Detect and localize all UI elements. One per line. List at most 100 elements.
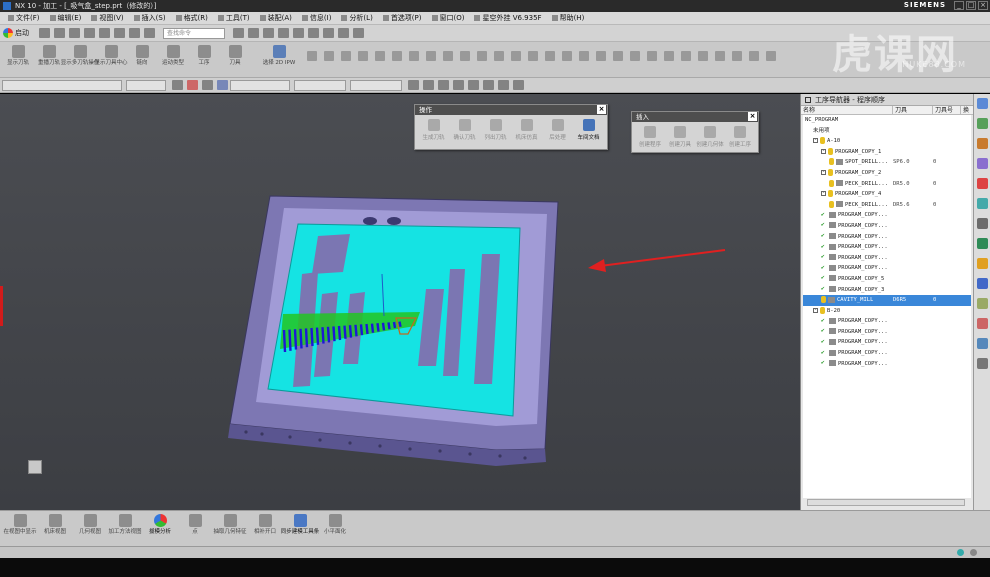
process-studio-icon[interactable] xyxy=(976,238,988,249)
scope-dropdown[interactable] xyxy=(126,79,166,91)
minimize-button[interactable]: _ xyxy=(954,1,964,10)
constraint-nav-icon[interactable] xyxy=(976,118,988,129)
select-2d-ipw-button[interactable]: 选择 2D IPW xyxy=(262,45,296,75)
menu-item-6[interactable]: 装配(A) xyxy=(255,13,297,23)
toolbar-icon-24[interactable] xyxy=(715,51,725,61)
insertbtns-btn-3[interactable]: 创建工序 xyxy=(725,126,755,148)
toolbar-icon-16[interactable] xyxy=(579,51,589,61)
orientation-dropdown[interactable] xyxy=(294,79,346,91)
operation-panel-close-icon[interactable]: × xyxy=(597,105,606,114)
filter-icon[interactable] xyxy=(187,80,198,90)
palette-icon[interactable] xyxy=(976,318,988,329)
navigator-scrollbar[interactable] xyxy=(807,499,965,506)
motion-type-button[interactable]: 运动类型 xyxy=(159,45,187,75)
render-style-dropdown[interactable] xyxy=(230,79,290,91)
navigator-row[interactable]: ✔ PROGRAM_COPY_3 xyxy=(803,285,971,296)
hd3d-icon[interactable] xyxy=(976,178,988,189)
navigator-row[interactable]: CAVITY_MILL D6R5 0 xyxy=(803,295,971,306)
reportbtns-btn-5[interactable]: 车间文档 xyxy=(573,119,604,141)
menu-item-3[interactable]: 插入(S) xyxy=(129,13,171,23)
cube-view-icon[interactable] xyxy=(308,28,319,38)
toolbar-icon-23[interactable] xyxy=(698,51,708,61)
navigator-pin-icon[interactable] xyxy=(805,96,811,103)
toolbar-icon-25[interactable] xyxy=(732,51,742,61)
toolbar-icon-7[interactable] xyxy=(426,51,436,61)
navigator-row[interactable]: - A-10 xyxy=(803,136,971,147)
toolbar-icon-11[interactable] xyxy=(494,51,504,61)
menu-item-11[interactable]: 星空外挂 V6.935F xyxy=(469,13,546,23)
copy-icon[interactable] xyxy=(84,28,95,38)
toolbar-icon-13[interactable] xyxy=(528,51,538,61)
snap-end-icon[interactable] xyxy=(408,80,419,90)
navigator-row[interactable]: ✔ PROGRAM_COPY... xyxy=(803,232,971,243)
navigator-row[interactable]: ✔ PROGRAM_COPY... xyxy=(803,221,971,232)
insert-panel-close-icon[interactable]: × xyxy=(748,112,757,121)
launch-button[interactable]: 启动 xyxy=(3,28,29,38)
toolbar-icon-15[interactable] xyxy=(562,51,572,61)
graphics-window[interactable] xyxy=(0,94,800,510)
toolbar-icon-6[interactable] xyxy=(409,51,419,61)
snap-center-icon[interactable] xyxy=(438,80,449,90)
select-all-icon[interactable] xyxy=(202,80,213,90)
paste-icon[interactable] xyxy=(99,28,110,38)
display-tool-center-button[interactable]: 显示刀具中心 xyxy=(95,45,128,75)
layer-dropdown[interactable] xyxy=(350,79,402,91)
display-toolpath-button[interactable]: 显示刀轨 xyxy=(4,45,32,75)
menu-item-8[interactable]: 分析(L) xyxy=(336,13,377,23)
snap-arc-icon[interactable] xyxy=(498,80,509,90)
new-icon[interactable] xyxy=(39,28,50,38)
navigator-row[interactable]: - B-20 xyxy=(803,306,971,317)
operation-button[interactable]: 工序 xyxy=(190,45,218,75)
col-change[interactable]: 换 xyxy=(961,106,971,114)
bottom-btn-0[interactable]: 在视图中显示 xyxy=(4,514,37,544)
navigator-row[interactable]: ✔ PROGRAM_COPY... xyxy=(803,348,971,359)
bottom-btn-4[interactable]: 拔模分析 xyxy=(144,514,176,544)
toolbar-icon-2[interactable] xyxy=(341,51,351,61)
col-tool[interactable]: 刀具 xyxy=(893,106,933,114)
edge-icon[interactable] xyxy=(323,28,334,38)
expand-toggle-icon[interactable]: - xyxy=(821,169,826,175)
measure-icon[interactable] xyxy=(353,28,364,38)
navigator-row[interactable]: - PROGRAM_COPY_4 xyxy=(803,189,971,200)
close-button[interactable]: × xyxy=(978,1,988,10)
machine-nav-icon[interactable] xyxy=(976,298,988,309)
history-icon[interactable] xyxy=(976,218,988,229)
toolbar-icon-0[interactable] xyxy=(307,51,317,61)
menu-item-1[interactable]: 编辑(E) xyxy=(45,13,87,23)
bottom-btn-7[interactable]: 相补开口 xyxy=(249,514,281,544)
col-tool-num[interactable]: 刀具号 xyxy=(933,106,961,114)
navigator-row[interactable]: PECK_DRILL... DR5.6 0 xyxy=(803,200,971,211)
toolbar-icon-17[interactable] xyxy=(596,51,606,61)
expand-toggle-icon[interactable]: - xyxy=(813,138,818,144)
part-nav-icon[interactable] xyxy=(976,138,988,149)
menu-item-7[interactable]: 信息(I) xyxy=(297,13,337,23)
menu-item-0[interactable]: 文件(F) xyxy=(3,13,45,23)
bottom-btn-5[interactable]: 点 xyxy=(179,514,211,544)
snap-mid-icon[interactable] xyxy=(423,80,434,90)
navigator-row[interactable]: NC_PROGRAM xyxy=(803,115,971,126)
roles-icon[interactable] xyxy=(976,258,988,269)
tool-button[interactable]: 刀具 xyxy=(221,45,249,75)
toolbar-icon-18[interactable] xyxy=(613,51,623,61)
insertbtns-btn-2[interactable]: 创建几何体 xyxy=(695,126,725,148)
display-multi-toolpath-button[interactable]: 显示多刀轨操作 xyxy=(61,45,99,75)
navigator-row[interactable]: 未用项 xyxy=(803,126,971,137)
expand-toggle-icon[interactable]: - xyxy=(813,307,818,313)
reportbtns-btn-3[interactable]: 机床仿真 xyxy=(511,119,542,141)
menu-item-9[interactable]: 首选项(P) xyxy=(378,13,427,23)
bottom-btn-1[interactable]: 机床视图 xyxy=(39,514,71,544)
reportbtns-btn-4[interactable]: 后处理 xyxy=(542,119,573,141)
toolbar-icon-14[interactable] xyxy=(545,51,555,61)
rotate-icon[interactable] xyxy=(263,28,274,38)
bottom-btn-6[interactable]: 抽取几何特征 xyxy=(214,514,247,544)
snap-quad-icon[interactable] xyxy=(453,80,464,90)
bottom-btn-8[interactable]: 同步建模工具条 xyxy=(281,514,319,544)
navigator-row[interactable]: ✔ PROGRAM_COPY... xyxy=(803,316,971,327)
toolbar-icon-26[interactable] xyxy=(749,51,759,61)
toolbar-icon-9[interactable] xyxy=(460,51,470,61)
bottom-btn-3[interactable]: 加工方法视图 xyxy=(109,514,142,544)
navigator-row[interactable]: PECK_DRILL... DR5.0 0 xyxy=(803,179,971,190)
toolbar-icon-22[interactable] xyxy=(681,51,691,61)
navigator-row[interactable]: ✔ PROGRAM_COPY... xyxy=(803,253,971,264)
menu-item-10[interactable]: 窗口(O) xyxy=(427,13,470,23)
